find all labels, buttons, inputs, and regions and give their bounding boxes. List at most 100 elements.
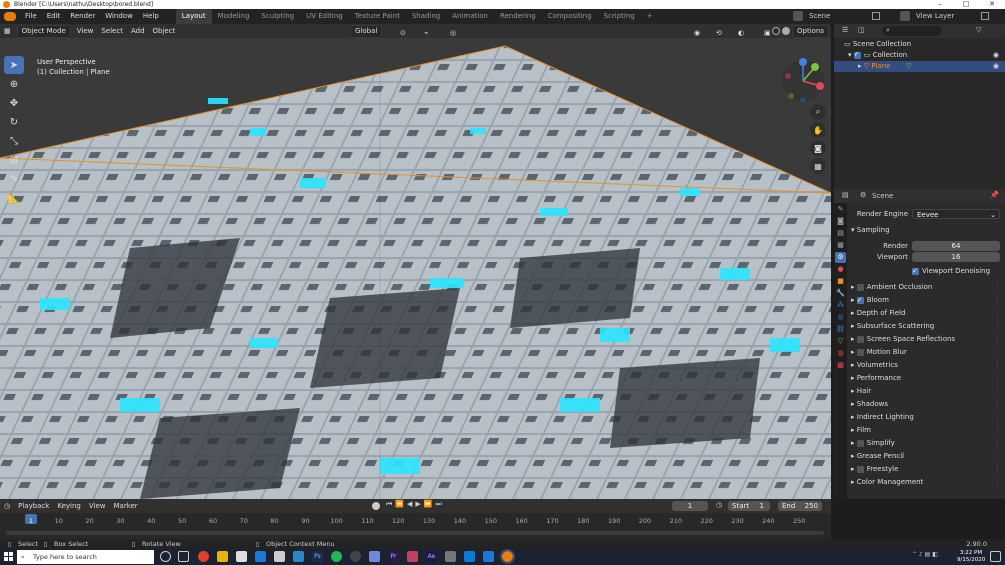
camera-view-icon[interactable]: ◙ bbox=[810, 140, 826, 156]
menu-view[interactable]: View bbox=[73, 24, 98, 38]
menu-add[interactable]: Add bbox=[127, 24, 149, 38]
z-axis-handle-icon[interactable] bbox=[799, 58, 807, 66]
editor-type-icon[interactable]: ▦ bbox=[0, 24, 15, 38]
navigation-gizmo[interactable] bbox=[780, 58, 826, 104]
annotate-tool-icon[interactable]: ✎ bbox=[4, 170, 24, 188]
photoshop-icon[interactable]: Ps bbox=[312, 551, 323, 562]
texture-tab-icon[interactable]: ▩ bbox=[835, 360, 846, 371]
tab-layout[interactable]: Layout bbox=[175, 9, 212, 24]
x-axis-handle-icon[interactable] bbox=[816, 82, 824, 90]
jump-start-icon[interactable]: ⏮ bbox=[386, 500, 395, 508]
outliner-plane-row[interactable]: ▸ ▽ Plane ▽ ◉ bbox=[834, 61, 1005, 72]
render-tab-icon[interactable]: ◙ bbox=[835, 216, 846, 227]
select-box-tool-icon[interactable]: ➤ bbox=[4, 56, 24, 74]
properties-editor-icon[interactable]: ▤ bbox=[842, 191, 849, 199]
end-frame-field[interactable]: End 250 bbox=[778, 501, 822, 511]
rotate-tool-icon[interactable]: ↻ bbox=[4, 113, 24, 131]
display-mode-icon[interactable]: ◫ bbox=[858, 26, 865, 34]
maximize-button[interactable]: □ bbox=[953, 0, 979, 9]
pin-icon[interactable]: 📌 bbox=[990, 191, 999, 199]
panel-depth-of-field[interactable]: ▸ Depth of Field ⋮ bbox=[851, 307, 1001, 319]
menu-marker[interactable]: Marker bbox=[109, 499, 141, 513]
output-tab-icon[interactable]: ▤ bbox=[835, 228, 846, 239]
app-icon[interactable] bbox=[445, 551, 456, 562]
next-keyframe-icon[interactable]: ⏩ bbox=[424, 500, 436, 508]
viewport-denoising-row[interactable]: Viewport Denoising bbox=[912, 265, 1005, 277]
menu-keying[interactable]: Keying bbox=[53, 499, 85, 513]
panel-enable-checkbox[interactable] bbox=[856, 283, 864, 291]
panel-drag-handle-icon[interactable]: ⋮ bbox=[994, 294, 1001, 306]
taskbar-search-input[interactable]: ⌕ Type here to search bbox=[17, 550, 154, 564]
panel-enable-checkbox[interactable] bbox=[856, 439, 864, 447]
jump-end-icon[interactable]: ⏭ bbox=[436, 500, 445, 508]
panel-drag-handle-icon[interactable]: ⋮ bbox=[994, 424, 1001, 436]
orientation-dropdown[interactable]: Global bbox=[350, 24, 383, 38]
move-tool-icon[interactable]: ✥ bbox=[4, 94, 24, 112]
constraints-tab-icon[interactable]: ⛓ bbox=[835, 324, 846, 335]
panel-drag-handle-icon[interactable]: ⋮ bbox=[994, 476, 1001, 488]
tab-texture-paint[interactable]: Texture Paint bbox=[349, 9, 406, 24]
tab-compositing[interactable]: Compositing bbox=[542, 9, 598, 24]
panel-enable-checkbox[interactable] bbox=[856, 348, 864, 356]
panel-drag-handle-icon[interactable]: ⋮ bbox=[994, 281, 1001, 293]
chrome-icon[interactable] bbox=[198, 551, 209, 562]
collection-visibility-icon[interactable]: ◉ bbox=[993, 50, 999, 61]
store-icon[interactable] bbox=[236, 551, 247, 562]
current-frame-field[interactable]: 1 bbox=[672, 501, 708, 511]
new-view-layer-icon[interactable] bbox=[981, 12, 989, 20]
view-layer-tab-icon[interactable]: ▦ bbox=[835, 240, 846, 251]
blender-taskbar-icon[interactable] bbox=[500, 549, 515, 564]
collection-exclude-checkbox[interactable] bbox=[853, 49, 861, 60]
app-icon[interactable] bbox=[483, 551, 494, 562]
tab-rendering[interactable]: Rendering bbox=[494, 9, 542, 24]
record-icon[interactable] bbox=[372, 502, 380, 510]
render-engine-dropdown[interactable]: Eevee ⌄ bbox=[912, 209, 1000, 219]
panel-enable-checkbox[interactable] bbox=[856, 465, 864, 473]
physics-tab-icon[interactable]: ◎ bbox=[835, 312, 846, 323]
tab-uv-editing[interactable]: UV Editing bbox=[300, 9, 349, 24]
view-layer-icon[interactable] bbox=[900, 11, 910, 21]
outliner-collection-row[interactable]: ▾ ▭ Collection ◉ bbox=[834, 49, 1005, 61]
panel-hair[interactable]: ▸ Hair ⋮ bbox=[851, 385, 1001, 397]
panel-volumetrics[interactable]: ▸ Volumetrics ⋮ bbox=[851, 359, 1001, 371]
scale-tool-icon[interactable]: ⤡ bbox=[4, 132, 24, 150]
start-frame-field[interactable]: Start 1 bbox=[728, 501, 770, 511]
tab-modeling[interactable]: Modeling bbox=[212, 9, 256, 24]
panel-performance[interactable]: ▸ Performance ⋮ bbox=[851, 372, 1001, 384]
after-effects-icon[interactable]: Ae bbox=[426, 551, 437, 562]
media-icon[interactable] bbox=[407, 551, 418, 562]
sampling-panel-header[interactable]: ▾ Sampling bbox=[851, 224, 1001, 236]
viewport-denoising-checkbox[interactable] bbox=[912, 265, 919, 277]
github-icon[interactable] bbox=[350, 551, 361, 562]
material-tab-icon[interactable]: ◍ bbox=[835, 348, 846, 359]
panel-shadows[interactable]: ▸ Shadows ⋮ bbox=[851, 398, 1001, 410]
panel-drag-handle-icon[interactable]: ⋮ bbox=[994, 307, 1001, 319]
scene-tab-icon[interactable]: ⚙ bbox=[835, 252, 846, 263]
zoom-icon[interactable]: ⌕ bbox=[810, 104, 826, 120]
pan-hand-icon[interactable]: ✋ bbox=[810, 122, 826, 138]
menu-file[interactable]: File bbox=[20, 9, 42, 24]
view-layer-name[interactable]: View Layer bbox=[916, 9, 954, 24]
wireframe-shading-icon[interactable] bbox=[772, 27, 780, 35]
measure-tool-icon[interactable]: 📐 bbox=[4, 189, 24, 207]
outliner-search-input[interactable] bbox=[882, 26, 942, 36]
menu-window[interactable]: Window bbox=[100, 9, 138, 24]
panel-motion-blur[interactable]: ▸ Motion Blur ⋮ bbox=[851, 346, 1001, 358]
menu-playback[interactable]: Playback bbox=[14, 499, 53, 513]
panel-freestyle[interactable]: ▸ Freestyle ⋮ bbox=[851, 463, 1001, 475]
preview-range-icon[interactable]: ◷ bbox=[716, 501, 722, 509]
particles-tab-icon[interactable]: ⁂ bbox=[835, 300, 846, 311]
task-view-icon[interactable] bbox=[178, 551, 189, 562]
panel-enable-checkbox[interactable] bbox=[856, 335, 864, 343]
3d-viewport[interactable]: User Perspective (1) Collection | Plane … bbox=[0, 38, 831, 499]
options-dropdown[interactable]: Options bbox=[792, 24, 830, 38]
viewport-samples-field[interactable]: 16 bbox=[912, 252, 1000, 262]
menu-select[interactable]: Select bbox=[97, 24, 127, 38]
system-tray-icons[interactable]: ⌃ ♪ ▤ ◧ bbox=[912, 551, 938, 558]
render-samples-field[interactable]: 64 bbox=[912, 241, 1000, 251]
panel-screen-space-reflections[interactable]: ▸ Screen Space Reflections ⋮ bbox=[851, 333, 1001, 345]
y-axis-handle-icon[interactable] bbox=[811, 63, 819, 71]
spotify-icon[interactable] bbox=[331, 551, 342, 562]
outliner-scene-collection[interactable]: ▭ Scene Collection bbox=[834, 39, 1005, 50]
tool-tab-icon[interactable]: ✎ bbox=[835, 204, 846, 215]
